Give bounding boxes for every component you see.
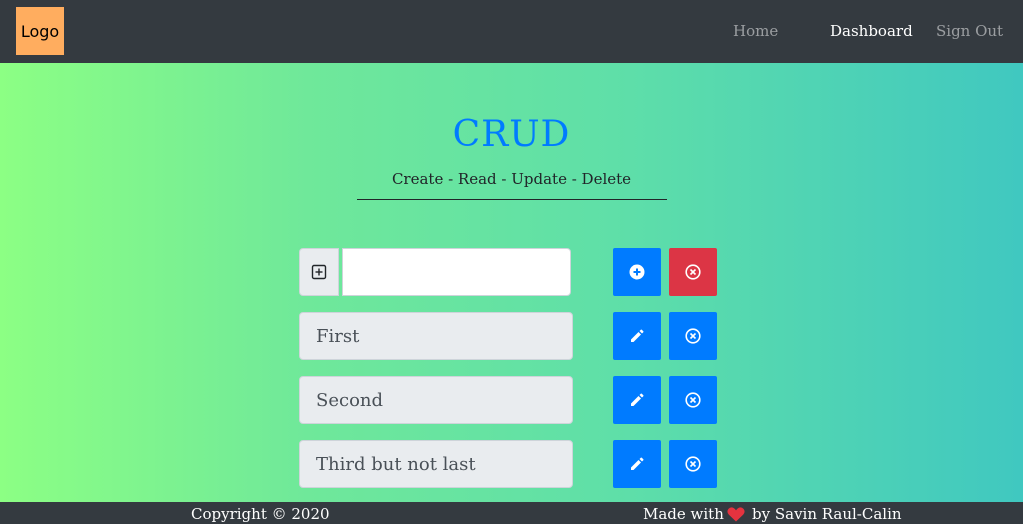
pencil-icon: [631, 393, 644, 406]
heart-icon: [727, 507, 745, 522]
edit-item-button[interactable]: [613, 376, 661, 424]
x-circle-icon: [685, 392, 701, 408]
nav-link-home[interactable]: Home: [733, 22, 778, 40]
list-item[interactable]: Third but not last: [299, 440, 573, 488]
add-item-button[interactable]: [613, 248, 661, 296]
clear-input-button[interactable]: [669, 248, 717, 296]
copyright-text: Copyright © 2020: [191, 505, 330, 523]
x-circle-icon: [685, 456, 701, 472]
page-title: CRUD: [452, 114, 571, 155]
x-circle-icon: [685, 328, 701, 344]
pencil-icon: [631, 329, 644, 342]
new-item-input[interactable]: [342, 248, 571, 296]
page-subtitle: Create - Read - Update - Delete: [391, 170, 632, 188]
nav-link-dashboard[interactable]: Dashboard: [830, 22, 913, 40]
list-item[interactable]: First: [299, 312, 573, 360]
delete-item-button[interactable]: [669, 312, 717, 360]
title-divider: [357, 199, 667, 200]
x-circle-icon: [685, 264, 701, 280]
footer: Copyright © 2020 Made with by Savin Raul…: [0, 502, 1023, 524]
plus-circle-icon: [629, 264, 645, 280]
navbar: Logo Home Dashboard Sign Out: [0, 0, 1023, 63]
edit-item-button[interactable]: [613, 440, 661, 488]
edit-item-button[interactable]: [613, 312, 661, 360]
delete-item-button[interactable]: [669, 376, 717, 424]
list-item[interactable]: Second: [299, 376, 573, 424]
nav-link-sign-out[interactable]: Sign Out: [936, 22, 1003, 40]
delete-item-button[interactable]: [669, 440, 717, 488]
made-with-text: Made with: [643, 505, 724, 523]
pencil-icon: [631, 457, 644, 470]
author-text: by Savin Raul-Calin: [752, 505, 902, 523]
logo[interactable]: Logo: [16, 7, 64, 55]
add-item-prefix: [299, 248, 339, 296]
plus-square-icon: [311, 264, 327, 280]
